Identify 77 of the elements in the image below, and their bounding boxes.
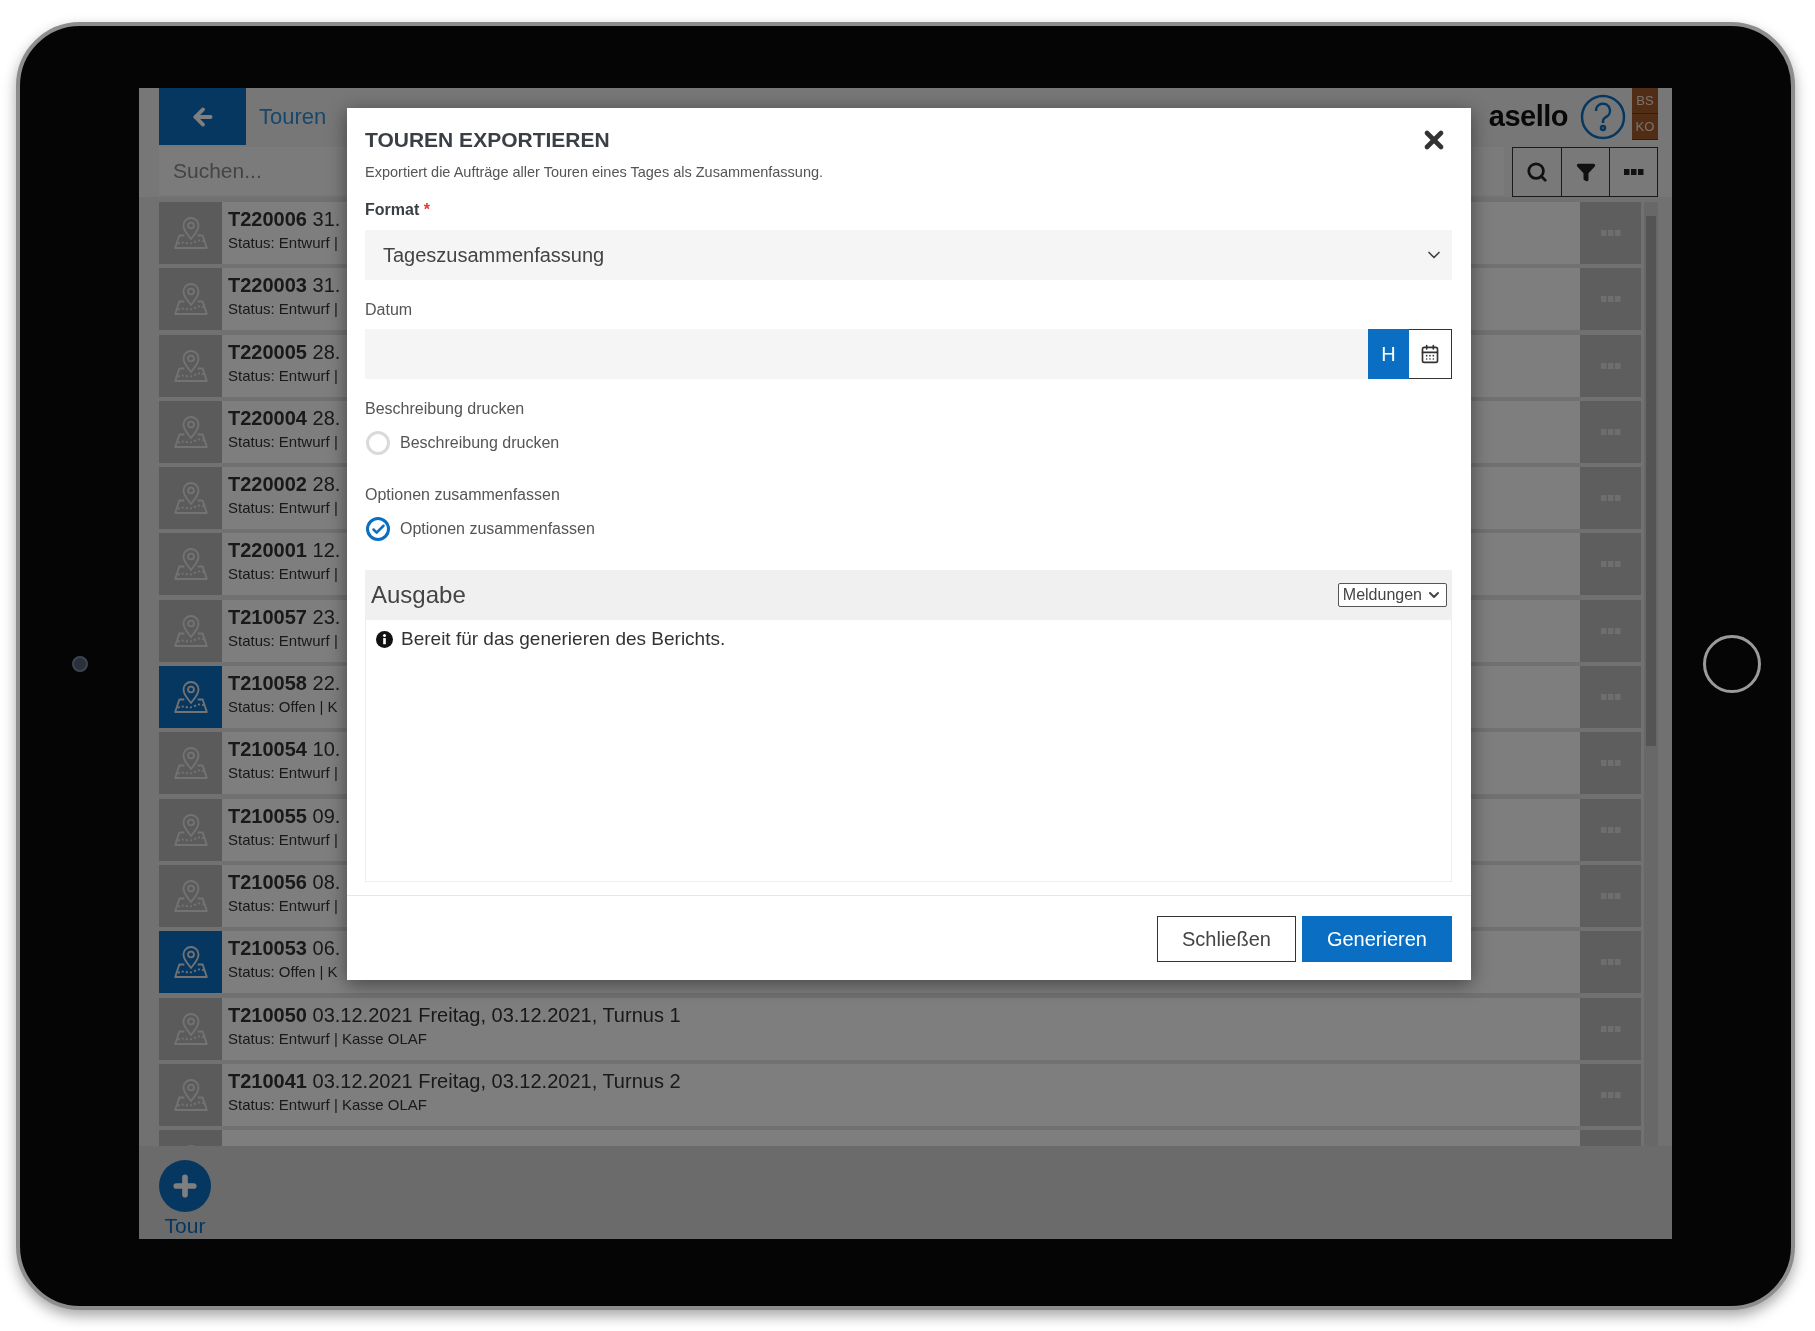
dialog-description: Exportiert die Aufträge aller Touren eines Tages als Zusammenfassung. <box>365 163 825 182</box>
row-more-button[interactable] <box>1580 1063 1641 1126</box>
camera-icon <box>71 655 88 672</box>
tour-title: T210054 10. <box>228 738 341 762</box>
close-dialog-button[interactable]: Schließen <box>1157 916 1296 962</box>
row-more-button[interactable] <box>1580 666 1641 729</box>
row-more-button[interactable] <box>1580 931 1641 994</box>
row-more-button[interactable] <box>1580 533 1641 596</box>
field-label: Optionen zusammenfassen <box>365 485 560 505</box>
tour-title: T210058 22. <box>228 672 341 696</box>
output-title: Ausgabe <box>371 581 466 609</box>
field-label: Beschreibung drucken <box>365 399 525 419</box>
row-more-button[interactable] <box>1580 400 1641 463</box>
checkbox-label: Optionen zusammenfassen <box>400 520 595 538</box>
logo: asello <box>1488 100 1568 133</box>
check-icon <box>370 521 386 537</box>
tour-status: Status: Offen | K <box>228 698 338 716</box>
log-message: Bereit für das generieren des Berichts. <box>401 628 726 650</box>
tour-status: Status: Entwurf | <box>228 565 338 583</box>
row-more-button[interactable] <box>1580 864 1641 927</box>
tour-title: T210041 03.12.2021 Freitag, 03.12.2021, Turnus 2 <box>228 1069 681 1093</box>
tour-row[interactable]: T210050 03.12.2021 Freitag, 03.12.2021, Turnus 1 Status: Entwurf | Kasse OLAF <box>159 997 1641 1060</box>
row-more-button[interactable] <box>1580 202 1641 264</box>
tour-status: Status: Entwurf | <box>228 300 338 318</box>
message-filter-select[interactable]: Meldungen <box>1337 583 1447 607</box>
tour-status: Status: Entwurf | Kasse OLAF <box>228 1095 427 1113</box>
row-more-button[interactable] <box>1580 334 1641 397</box>
more-icon <box>1623 169 1644 175</box>
tour-status: Status: Entwurf | <box>228 499 338 517</box>
page-title: Touren <box>259 103 327 130</box>
tour-title: T210050 03.12.2021 Freitag, 03.12.2021, Turnus 1 <box>228 1003 681 1027</box>
checkbox[interactable] <box>366 517 390 541</box>
row-more-button[interactable] <box>1580 732 1641 795</box>
today-button[interactable]: H <box>1368 329 1409 379</box>
tour-status: Status: Entwurf | <box>228 234 338 251</box>
tour-title: T220004 28. <box>228 406 341 430</box>
field-label: Format * <box>365 200 430 220</box>
tour-status: Status: Entwurf | <box>228 631 338 649</box>
tour-title: T220006 31. <box>228 208 341 231</box>
calendar-icon <box>1420 344 1440 364</box>
date-field[interactable] <box>365 329 1368 379</box>
tour-title: T220005 28. <box>228 340 341 364</box>
search-icon <box>1526 161 1548 183</box>
row-more-button[interactable] <box>1580 997 1641 1060</box>
back-button[interactable] <box>159 88 246 145</box>
tour-title: T220001 12. <box>228 539 341 563</box>
row-more-button[interactable] <box>1580 467 1641 530</box>
scrollbar[interactable] <box>1644 202 1658 1146</box>
user-badge[interactable]: KO <box>1632 114 1658 140</box>
row-more-button[interactable] <box>1580 599 1641 662</box>
checkbox-label: Beschreibung drucken <box>400 434 560 452</box>
tour-status: Status: Entwurf | <box>228 432 338 450</box>
filter-icon <box>1575 162 1596 182</box>
row-more-button[interactable] <box>1580 798 1641 861</box>
row-more-button[interactable] <box>1580 268 1641 331</box>
add-label: Tour <box>163 1214 207 1238</box>
tour-title: T210056 08. <box>228 870 341 894</box>
generate-button[interactable]: Generieren <box>1301 916 1452 962</box>
help-icon[interactable] <box>1580 93 1626 140</box>
tour-title: T210053 06. <box>228 937 341 961</box>
tour-title: T220002 28. <box>228 473 341 497</box>
calendar-button[interactable] <box>1409 329 1452 379</box>
format-select[interactable]: Tageszusammenfassung <box>365 230 1452 280</box>
tour-status: Status: Entwurf | <box>228 896 338 914</box>
tour-status: Status: Entwurf | <box>228 830 338 848</box>
field-label: Datum <box>365 300 413 320</box>
tour-title: T210055 09. <box>228 804 341 828</box>
tour-status: Status: Entwurf | <box>228 764 338 782</box>
add-button[interactable] <box>159 1160 211 1212</box>
tour-title: T220003 31. <box>228 274 341 298</box>
dialog-title: TOUREN EXPORTIEREN <box>365 128 611 152</box>
tour-row[interactable]: T210041 03.12.2021 Freitag, 03.12.2021, Turnus 2 Status: Entwurf | Kasse OLAF <box>159 1063 1641 1126</box>
tour-title: T210057 23. <box>228 605 341 629</box>
tour-status: Status: Entwurf | Kasse OLAF <box>228 1029 427 1047</box>
tour-status: Status: Entwurf | <box>228 366 338 384</box>
tour-status: Status: Offen | K <box>228 963 338 981</box>
info-icon <box>376 630 393 648</box>
